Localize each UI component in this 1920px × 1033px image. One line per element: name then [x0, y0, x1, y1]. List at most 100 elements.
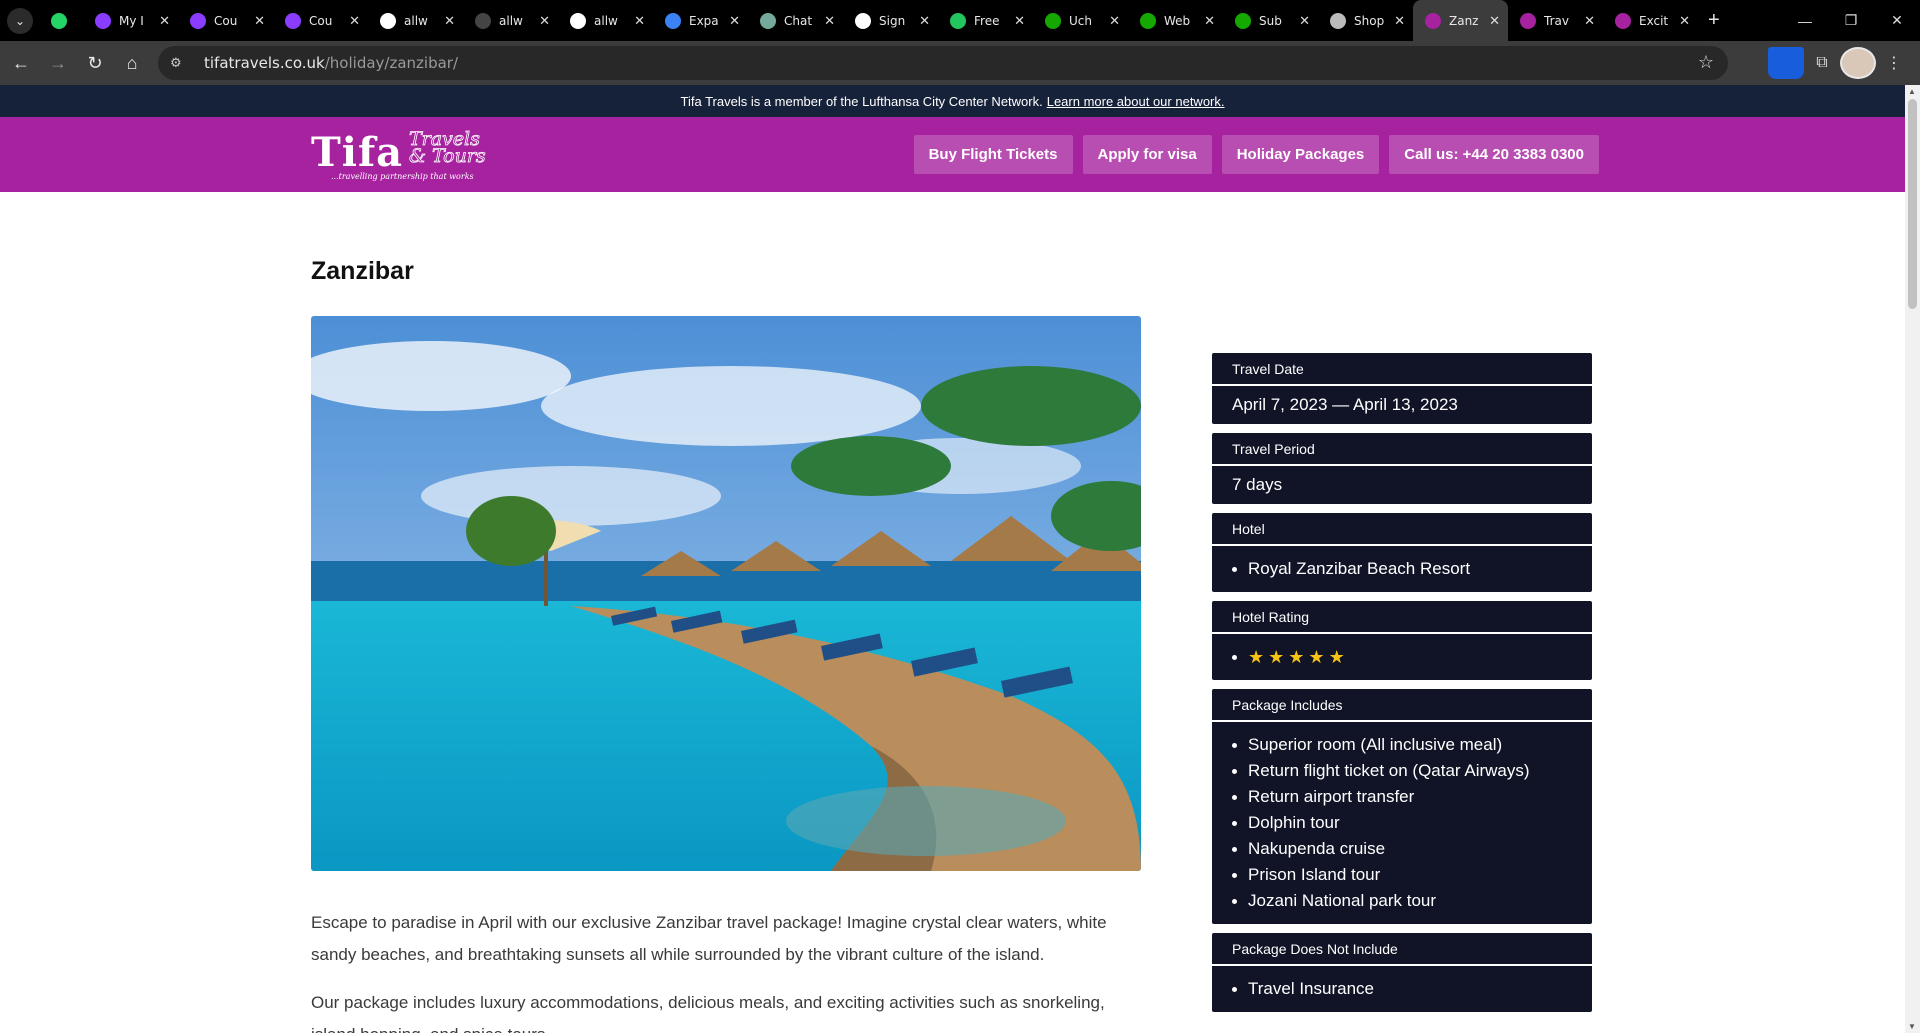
home-icon[interactable]: ⌂ [116, 47, 148, 79]
tab-close-icon[interactable]: ✕ [1204, 13, 1215, 29]
logo-main-text: Tifa [311, 129, 404, 176]
menu-kebab-icon[interactable]: ⋮ [1876, 47, 1912, 79]
package-details: Travel Date April 7, 2023 — April 13, 20… [1212, 353, 1592, 1021]
browser-tab[interactable]: My I ✕ [83, 0, 178, 41]
package-excludes-card: Package Does Not Include Travel Insuranc… [1212, 933, 1592, 1012]
site-header: Tifa Travels & Tours ...travelling partne… [0, 117, 1905, 192]
tab-close-icon[interactable]: ✕ [254, 13, 265, 29]
browser-tab[interactable]: allw ✕ [368, 0, 463, 41]
upwork-icon [1140, 12, 1156, 29]
browser-tab[interactable]: Zanz ✕ [1413, 0, 1508, 41]
browser-toolbar: ← → ↻ ⌂ ⚙ tifatravels.co.uk/holiday/zanz… [0, 41, 1920, 85]
tab-close-icon[interactable]: ✕ [444, 13, 455, 29]
tifa-t-icon [1615, 12, 1631, 29]
tab-list: My I ✕ Cou ✕ Cou ✕ allw ✕ allw ✕ allw ✕ Expa ✕ Chat ✕ Si… [39, 0, 1698, 41]
tab-title: Sign [879, 13, 906, 28]
browser-tab[interactable]: Trav ✕ [1508, 0, 1603, 41]
url-path: /holiday/zanzibar/ [324, 54, 459, 72]
browser-tab[interactable]: Uch ✕ [1033, 0, 1128, 41]
tab-title: Trav [1544, 13, 1569, 28]
browser-tab[interactable]: Free ✕ [938, 0, 1033, 41]
forward-icon[interactable]: → [42, 47, 74, 79]
browser-tab[interactable]: Chat ✕ [748, 0, 843, 41]
scroll-down-icon[interactable]: ▼ [1908, 1022, 1916, 1031]
tab-close-icon[interactable]: ✕ [1109, 13, 1120, 29]
address-bar[interactable]: ⚙ tifatravels.co.uk/holiday/zanzibar/ ☆ [158, 46, 1728, 80]
browser-tab[interactable]: Sub ✕ [1223, 0, 1318, 41]
buy-flight-tickets-button[interactable]: Buy Flight Tickets [913, 135, 1073, 174]
tab-close-icon[interactable]: ✕ [824, 13, 835, 29]
package-includes-list: Superior room (All inclusive meal) Return… [1232, 722, 1572, 924]
page-title: Zanzibar [311, 257, 414, 285]
package-description: Escape to paradise in April with our exc… [311, 907, 1141, 1033]
restore-icon[interactable]: ❐ [1828, 0, 1874, 41]
travel-period-label: Travel Period [1212, 433, 1592, 464]
bookmark-star-icon[interactable]: ☆ [1698, 52, 1714, 73]
network-banner-text: Tifa Travels is a member of the Lufthans… [680, 93, 1043, 109]
profile-avatar[interactable] [1840, 47, 1876, 79]
tab-u-icon [285, 12, 301, 29]
back-icon[interactable]: ← [5, 47, 37, 79]
extensions-icon[interactable]: ⧉ [1804, 47, 1840, 79]
tab-title: Cou [214, 13, 238, 28]
site-logo[interactable]: Tifa Travels & Tours ...travelling partne… [311, 129, 501, 183]
network-link[interactable]: Learn more about our network. [1047, 94, 1225, 109]
browser-tab-strip: ⌄ My I ✕ Cou ✕ Cou ✕ allw ✕ allw ✕ allw ✕ Expa ✕ Chat ✕… [0, 0, 1920, 41]
include-item: Prison Island tour [1232, 862, 1572, 888]
tab-title: Free [974, 13, 1000, 28]
browser-tab[interactable]: Web ✕ [1128, 0, 1223, 41]
tab-title: Sub [1259, 13, 1282, 28]
browser-tab[interactable] [39, 0, 83, 41]
tab-close-icon[interactable]: ✕ [349, 13, 360, 29]
tab-close-icon[interactable]: ✕ [919, 13, 930, 29]
tab-close-icon[interactable]: ✕ [1394, 13, 1405, 29]
github-icon [570, 12, 586, 29]
site-info-icon[interactable]: ⚙ [170, 55, 190, 71]
browser-tab[interactable]: Cou ✕ [178, 0, 273, 41]
page-scrollbar[interactable]: ▲ ▼ [1905, 85, 1920, 1033]
browser-tab[interactable]: Expa ✕ [653, 0, 748, 41]
holiday-packages-button[interactable]: Holiday Packages [1221, 135, 1380, 174]
tab-close-icon[interactable]: ✕ [1584, 13, 1595, 29]
browser-tab[interactable]: allw ✕ [463, 0, 558, 41]
browser-tab[interactable]: Excit ✕ [1603, 0, 1698, 41]
tab-close-icon[interactable]: ✕ [729, 13, 740, 29]
exclude-item: Travel Insurance [1232, 976, 1572, 1002]
browser-tab[interactable]: Cou ✕ [273, 0, 368, 41]
bitwarden-icon[interactable] [1768, 47, 1804, 79]
new-tab-button[interactable]: + [1708, 9, 1720, 32]
tab-search-button[interactable]: ⌄ [7, 7, 33, 34]
close-window-icon[interactable]: ✕ [1874, 0, 1920, 41]
tab-title: Cou [309, 13, 333, 28]
star-icon: ★ [1328, 647, 1345, 667]
travel-date-card: Travel Date April 7, 2023 — April 13, 20… [1212, 353, 1592, 424]
upwork-icon [1045, 12, 1061, 29]
hotel-name: Royal Zanzibar Beach Resort [1232, 556, 1572, 582]
hotel-rating-card: Hotel Rating ★ ★ ★ ★ ★ [1212, 601, 1592, 680]
tab-close-icon[interactable]: ✕ [539, 13, 550, 29]
tab-close-icon[interactable]: ✕ [1489, 13, 1500, 29]
tab-close-icon[interactable]: ✕ [1014, 13, 1025, 29]
star-icon: ★ [1308, 647, 1325, 667]
network-banner: Tifa Travels is a member of the Lufthans… [0, 85, 1905, 117]
tifa-icon [1425, 12, 1441, 29]
tab-close-icon[interactable]: ✕ [1299, 13, 1310, 29]
browser-tab[interactable]: Sign ✕ [843, 0, 938, 41]
reload-icon[interactable]: ↻ [79, 47, 111, 79]
hero-image [311, 316, 1141, 871]
minimize-icon[interactable]: — [1782, 0, 1828, 41]
browser-tab[interactable]: Shop ✕ [1318, 0, 1413, 41]
window-controls: — ❐ ✕ [1782, 0, 1920, 41]
scrollbar-thumb[interactable] [1908, 99, 1917, 309]
tab-close-icon[interactable]: ✕ [159, 13, 170, 29]
browser-tab[interactable]: allw ✕ [558, 0, 653, 41]
call-us-button[interactable]: Call us: +44 20 3383 0300 [1389, 135, 1599, 174]
scroll-up-icon[interactable]: ▲ [1908, 87, 1916, 96]
arc-icon [1330, 12, 1346, 29]
hotel-card: Hotel Royal Zanzibar Beach Resort [1212, 513, 1592, 592]
apply-visa-button[interactable]: Apply for visa [1082, 135, 1212, 174]
upwork-icon [1235, 12, 1251, 29]
tab-close-icon[interactable]: ✕ [634, 13, 645, 29]
url-text[interactable]: tifatravels.co.uk/holiday/zanzibar/ [204, 54, 458, 72]
tab-close-icon[interactable]: ✕ [1679, 13, 1690, 29]
